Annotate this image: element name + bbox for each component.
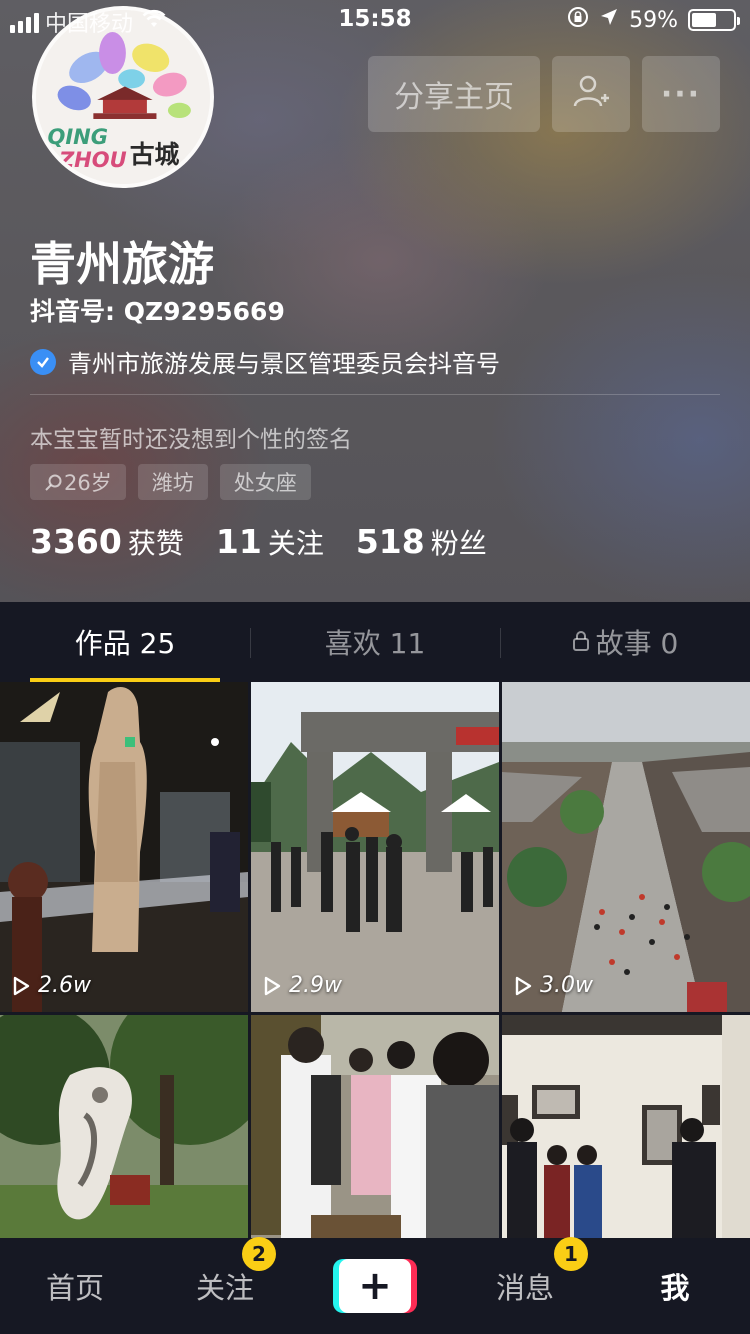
play-count-text: 3.0w: [540, 973, 593, 998]
play-count: 3.0w: [512, 973, 593, 998]
more-button[interactable]: ···: [642, 56, 720, 132]
gate-thumbnail-image: [251, 682, 499, 1012]
nav-messages[interactable]: 消息 1: [450, 1237, 600, 1307]
stats-row: 3360 获赞 11 关注 518 粉丝: [30, 522, 487, 562]
verified-icon: [30, 348, 56, 375]
nav-follow[interactable]: 关注 2: [150, 1237, 300, 1307]
stat-following-value: 11: [215, 522, 262, 561]
svg-text:ZHOU: ZHOU: [58, 147, 127, 172]
profile-name: 青州旅游: [30, 237, 214, 291]
video-thumbnail[interactable]: 3.0w: [502, 682, 750, 1012]
video-thumbnail[interactable]: [251, 1015, 499, 1238]
exhibition-thumbnail-image: [502, 1015, 750, 1238]
visitors-thumbnail-image: [251, 1015, 499, 1238]
tab-stories[interactable]: 故事 0: [500, 602, 750, 682]
svg-text:QING: QING: [47, 124, 108, 149]
statue-thumbnail-image: [0, 682, 248, 1012]
content-tabs: 作品 25 喜欢 11 故事 0: [0, 602, 750, 682]
nav-me[interactable]: 我: [600, 1265, 750, 1307]
svg-text:古城: 古城: [130, 140, 180, 169]
add-friend-button[interactable]: [552, 56, 630, 132]
orientation-lock-icon: [567, 6, 589, 34]
gender-icon: [45, 474, 62, 491]
messages-badge: 1: [554, 1237, 588, 1271]
video-thumbnail[interactable]: [502, 1015, 750, 1238]
plus-icon: +: [339, 1259, 411, 1313]
play-icon: [264, 976, 281, 995]
street-thumbnail-image: [502, 682, 750, 1012]
stat-followers[interactable]: 518 粉丝: [356, 522, 487, 562]
add-user-icon: [571, 72, 611, 116]
verification-line: 青州市旅游发展与景区管理委员会抖音号: [30, 344, 500, 379]
video-thumbnail[interactable]: 2.9w: [251, 682, 499, 1012]
create-video-button[interactable]: +: [333, 1259, 417, 1313]
stat-likes-label: 获赞: [127, 527, 184, 560]
tag-city: 潍坊: [137, 464, 208, 500]
play-count-text: 2.9w: [289, 973, 342, 998]
video-grid: 2.6w 2.9w 3.0w: [0, 682, 750, 1238]
battery-icon: [688, 9, 740, 31]
verification-text: 青州市旅游发展与景区管理委员会抖音号: [68, 350, 500, 378]
status-right: 59%: [567, 6, 740, 34]
share-profile-button[interactable]: 分享主页: [368, 56, 540, 132]
video-thumbnail[interactable]: 2.6w: [0, 682, 248, 1012]
tab-stories-label: 故事 0: [595, 627, 679, 660]
lock-icon: [572, 626, 590, 659]
profile-header: 中国移动 15:58 59% QING ZHOU 古城 分享主页 ··· 青州旅…: [0, 0, 750, 602]
stat-following[interactable]: 11 关注: [216, 522, 324, 562]
stat-followers-label: 粉丝: [430, 527, 487, 560]
nav-home[interactable]: 首页: [0, 1265, 150, 1307]
bottom-nav: 首页 关注 2 + 消息 1 我: [0, 1237, 750, 1334]
stat-following-label: 关注: [267, 527, 324, 560]
signature: 本宝宝暂时还没想到个性的签名: [30, 427, 352, 453]
battery-percent: 59%: [629, 7, 678, 33]
tag-age-text: 26岁: [64, 471, 112, 495]
location-icon: [599, 7, 619, 33]
nav-follow-label: 关注: [195, 1271, 254, 1305]
profile-tags: 26岁 潍坊 处女座: [30, 464, 311, 500]
video-thumbnail[interactable]: [0, 1015, 248, 1238]
tag-age: 26岁: [30, 464, 126, 500]
douyin-id: 抖音号: QZ9295669: [30, 297, 285, 326]
tab-likes[interactable]: 喜欢 11: [250, 602, 500, 682]
stat-likes[interactable]: 3360 获赞: [30, 522, 184, 562]
play-icon: [515, 976, 532, 995]
create-wrap: +: [300, 1259, 450, 1313]
tab-works[interactable]: 作品 25: [0, 602, 250, 682]
divider: [30, 394, 720, 395]
play-count: 2.9w: [261, 973, 342, 998]
stat-likes-value: 3360: [30, 522, 122, 561]
play-count-text: 2.6w: [38, 973, 91, 998]
play-count: 2.6w: [10, 973, 91, 998]
play-icon: [13, 976, 30, 995]
stat-followers-value: 518: [355, 522, 425, 561]
follow-badge: 2: [242, 1237, 276, 1271]
nav-messages-label: 消息: [495, 1271, 554, 1305]
tag-zodiac: 处女座: [219, 464, 311, 500]
rock-thumbnail-image: [0, 1015, 248, 1238]
status-bar: 中国移动 15:58 59%: [0, 0, 750, 40]
